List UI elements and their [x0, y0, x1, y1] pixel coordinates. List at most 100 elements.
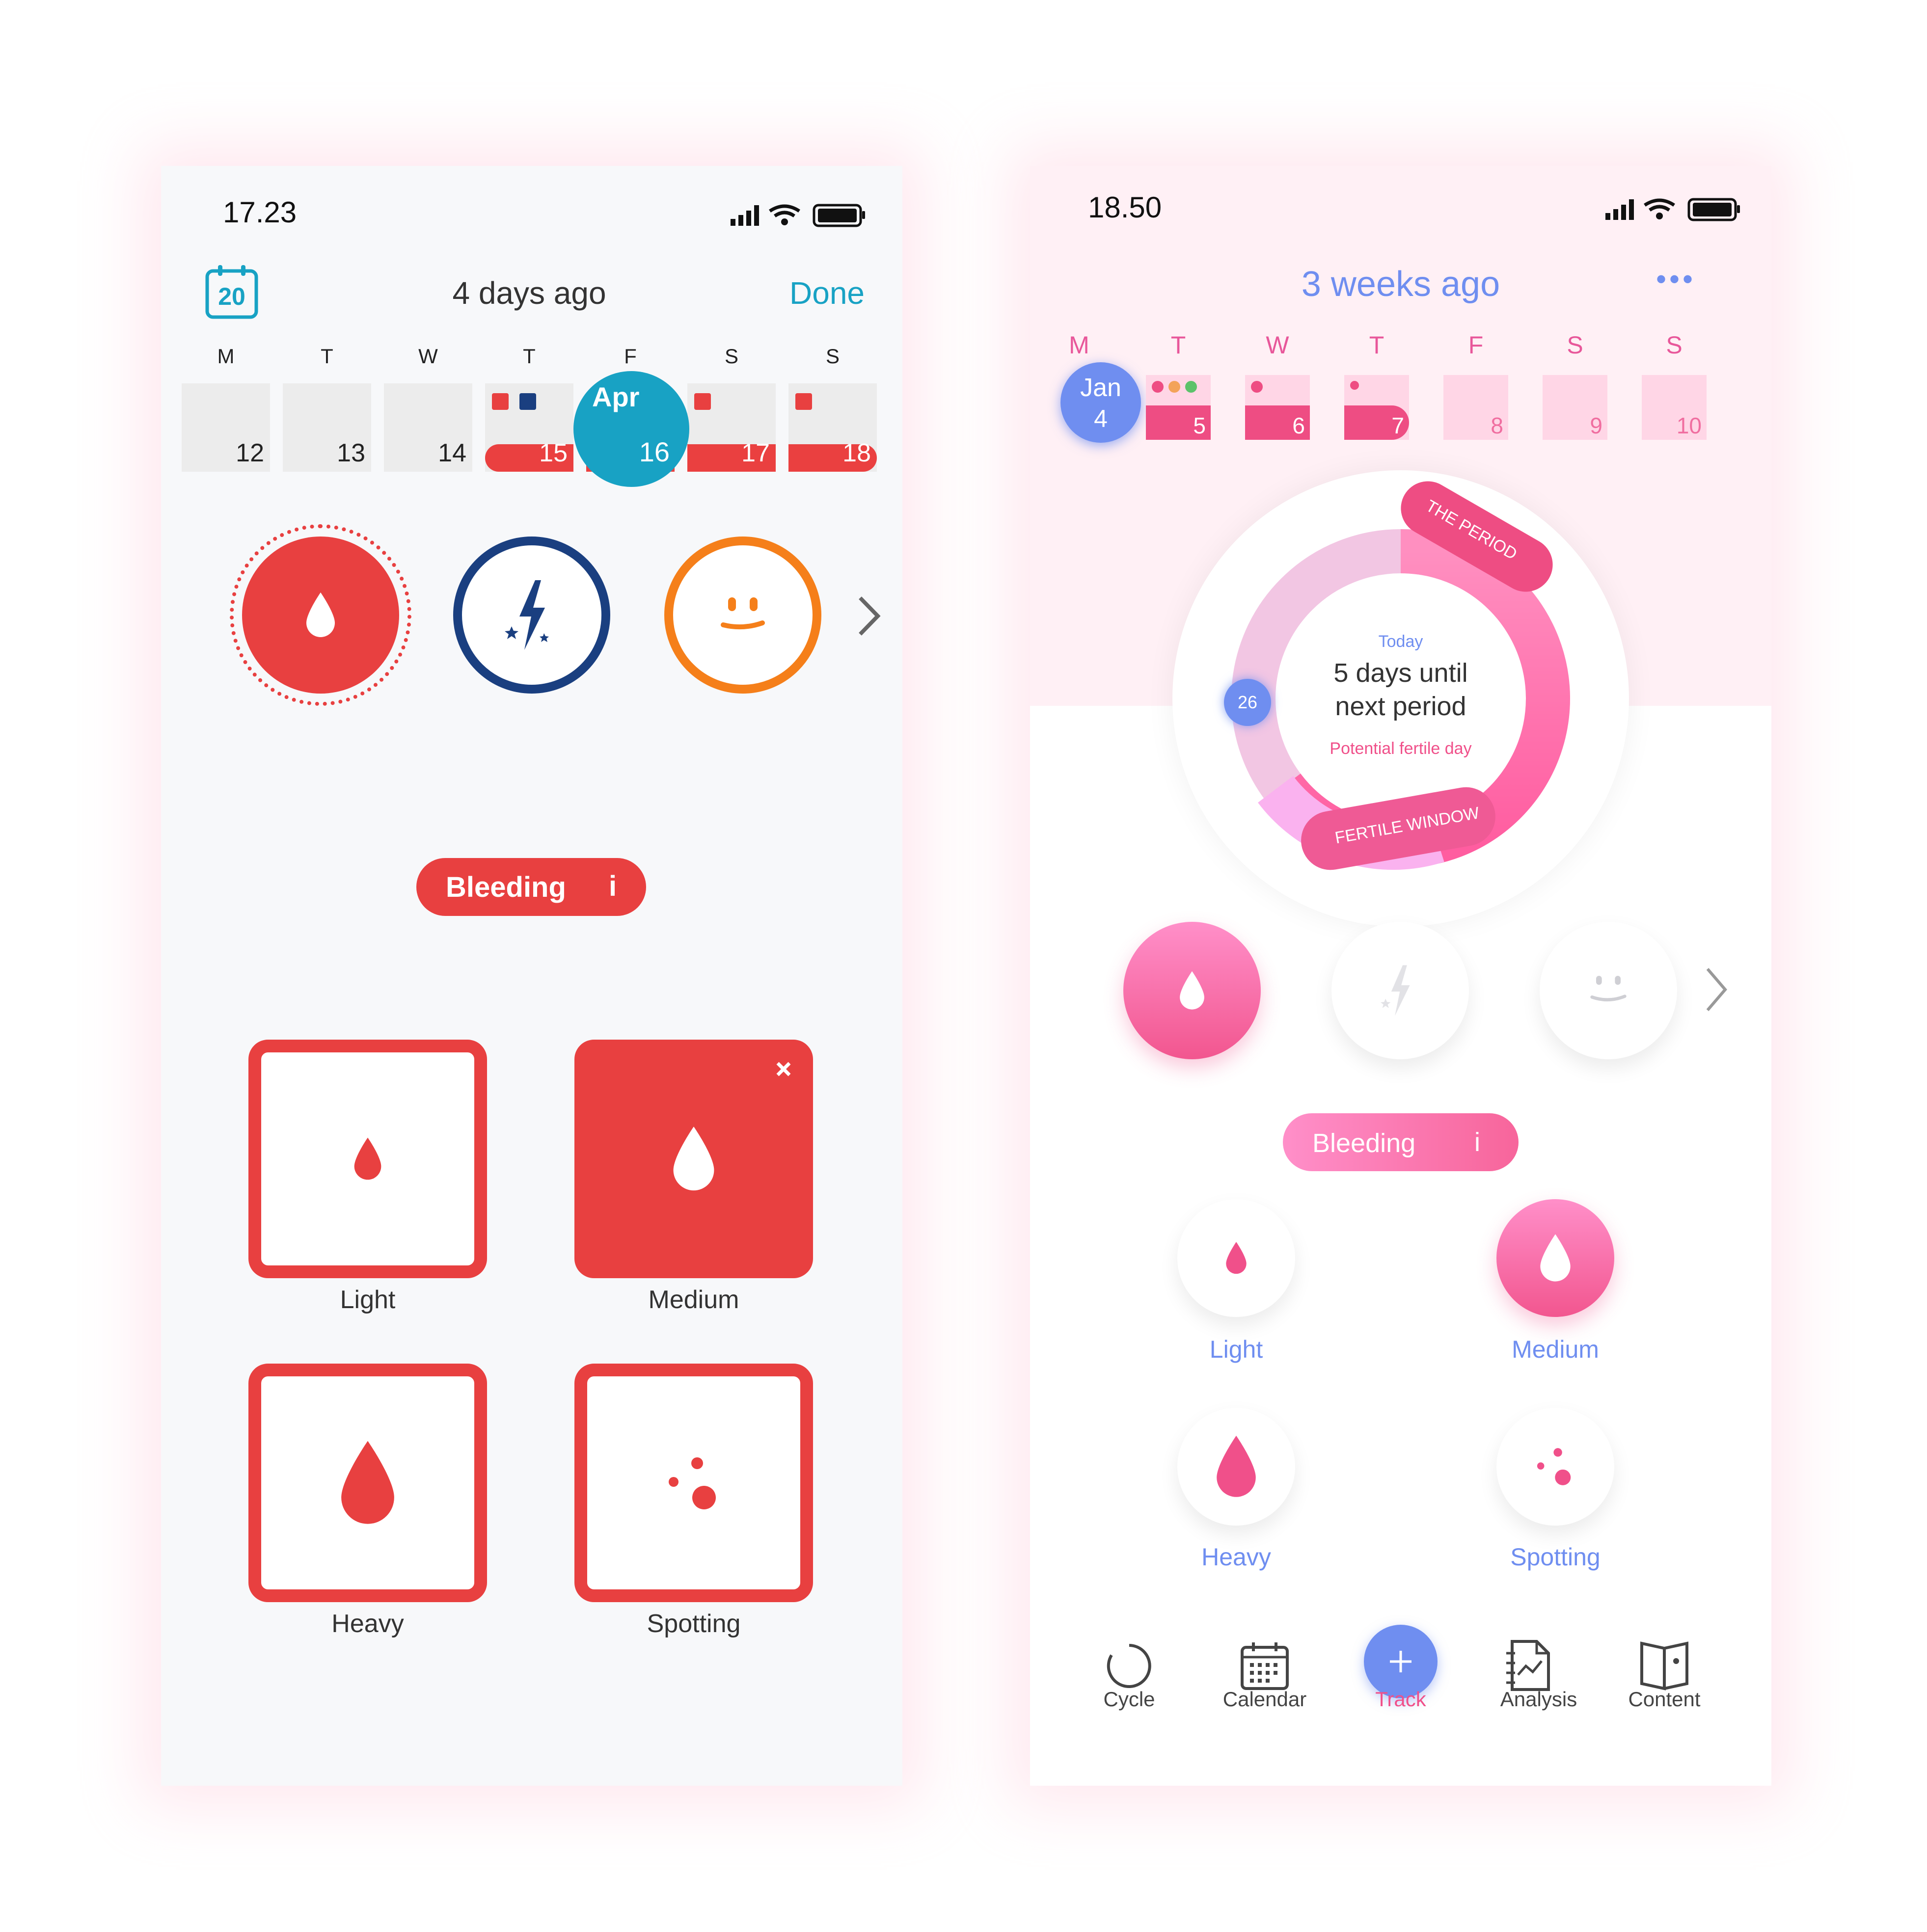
mood-category-button[interactable] [664, 537, 821, 694]
nav-calendar-label[interactable]: Calendar [1201, 1688, 1329, 1711]
option-medium-label: Medium [648, 1286, 739, 1314]
option-medium-button-selected[interactable] [1496, 1199, 1614, 1317]
day-cell[interactable]: 17 [687, 383, 776, 472]
cycle-icon[interactable] [1105, 1641, 1154, 1690]
day-cell[interactable]: 15 [485, 383, 573, 472]
right-phone-screen: 18.50 3 weeks ago ••• M T W T F S S Jan … [1030, 166, 1771, 1786]
content-book-icon[interactable] [1639, 1641, 1690, 1690]
status-icons [1605, 198, 1740, 221]
lightning-icon [505, 580, 549, 650]
done-button[interactable]: Done [789, 275, 865, 311]
option-heavy-label: Heavy [331, 1610, 404, 1638]
day-number: 18 [842, 439, 871, 467]
cycle-day-marker[interactable]: 26 [1224, 679, 1271, 726]
selected-day-circle[interactable]: Jan 4 [1060, 362, 1141, 443]
nav-analysis-label[interactable]: Analysis [1475, 1688, 1602, 1711]
drop-small-icon [1226, 1242, 1247, 1274]
drop-icon [306, 592, 335, 637]
day-cell[interactable]: 13 [283, 383, 371, 472]
lightning-icon [1381, 965, 1410, 1016]
day-number: 13 [337, 439, 365, 467]
bleeding-marker [795, 393, 812, 410]
pain-category-button[interactable] [453, 537, 610, 694]
weekday-header: M [217, 345, 235, 368]
weekday-header: S [724, 345, 738, 368]
day-cell[interactable]: 12 [182, 383, 270, 472]
spotting-dots-icon [1537, 1448, 1571, 1485]
weekday-header: W [1266, 331, 1289, 359]
chevron-right-icon[interactable] [854, 594, 884, 638]
page-title: 4 days ago [452, 275, 606, 311]
day-number: 5 [1193, 413, 1206, 438]
option-spotting-label: Spotting [1510, 1543, 1601, 1571]
nav-track-label[interactable]: Track [1337, 1688, 1465, 1711]
option-spotting-button[interactable] [1496, 1408, 1614, 1526]
day-cell[interactable]: 8 [1443, 375, 1508, 440]
day-cell[interactable]: 9 [1543, 375, 1607, 440]
day-cell[interactable]: 18 [788, 383, 877, 472]
category-pill[interactable]: Bleeding i [1283, 1113, 1519, 1171]
pain-category-button[interactable] [1331, 922, 1469, 1059]
analysis-icon[interactable] [1504, 1638, 1553, 1692]
day-number: 8 [1491, 413, 1503, 438]
selected-month: Jan [1080, 374, 1121, 402]
day-number: 12 [236, 439, 264, 467]
option-heavy-label: Heavy [1201, 1543, 1271, 1571]
drop-medium-icon [1540, 1234, 1571, 1282]
bleeding-marker [1152, 381, 1164, 393]
weekday-header: M [1069, 331, 1089, 359]
day-cell[interactable]: 5 [1146, 375, 1211, 440]
day-number: 6 [1292, 413, 1305, 438]
option-heavy-button[interactable] [1177, 1408, 1295, 1526]
face-icon [721, 597, 765, 630]
weekday-header: T [523, 345, 536, 368]
calendar-icon[interactable]: 20 [205, 264, 258, 319]
category-pill-label: Bleeding [446, 871, 566, 903]
day-number: 7 [1391, 413, 1404, 438]
calendar-nav-icon[interactable] [1239, 1640, 1290, 1691]
nav-cycle-label[interactable]: Cycle [1065, 1688, 1193, 1711]
chevron-right-icon[interactable] [1702, 965, 1731, 1014]
weekday-header: F [1468, 331, 1484, 359]
weekday-header: F [624, 345, 637, 368]
day-cell[interactable]: 10 [1642, 375, 1707, 440]
weekday-header: S [1567, 331, 1583, 359]
selected-day: 4 [1094, 405, 1108, 432]
option-light-button[interactable] [1177, 1199, 1295, 1317]
left-phone-screen: 17.23 20 4 days ago Done M T W T F S S 1… [161, 166, 902, 1786]
close-icon[interactable] [775, 1060, 792, 1078]
option-medium-card-selected[interactable] [574, 1040, 813, 1278]
status-time: 17.23 [223, 196, 297, 229]
more-options-icon[interactable]: ••• [1656, 262, 1696, 296]
status-icons [731, 204, 865, 227]
nav-content-label[interactable]: Content [1601, 1688, 1728, 1711]
day-number: 17 [741, 439, 770, 467]
info-icon[interactable]: i [609, 870, 617, 903]
category-pill[interactable]: Bleeding i [416, 858, 646, 916]
selected-day-circle[interactable]: Apr 16 [573, 371, 689, 487]
cycle-main-text-2: next period [1335, 692, 1466, 721]
info-icon[interactable]: i [1474, 1127, 1480, 1157]
day-cell[interactable]: 6 [1245, 375, 1310, 440]
selected-day: 16 [639, 436, 670, 467]
drop-large-icon [1217, 1435, 1256, 1497]
day-number: 15 [539, 439, 568, 467]
option-spotting-card[interactable] [574, 1364, 813, 1602]
cycle-today-label: Today [1378, 632, 1423, 651]
mood-category-button[interactable] [1540, 922, 1677, 1059]
option-heavy-card[interactable] [248, 1364, 487, 1602]
drop-large-icon [341, 1441, 394, 1524]
weekday-header: T [1369, 331, 1384, 359]
drop-icon [1180, 971, 1204, 1010]
selected-month: Apr [592, 381, 640, 412]
page-title: 3 weeks ago [1301, 265, 1500, 304]
day-cell[interactable]: 14 [384, 383, 472, 472]
calendar-day: 20 [218, 283, 245, 310]
option-light-card[interactable] [248, 1040, 487, 1278]
day-number: 9 [1590, 413, 1602, 438]
bleeding-category-button[interactable] [242, 537, 399, 694]
pain-marker [519, 393, 536, 410]
bleeding-marker [492, 393, 509, 410]
bleeding-category-button[interactable] [1123, 922, 1261, 1059]
day-cell[interactable]: 7 [1344, 375, 1409, 440]
